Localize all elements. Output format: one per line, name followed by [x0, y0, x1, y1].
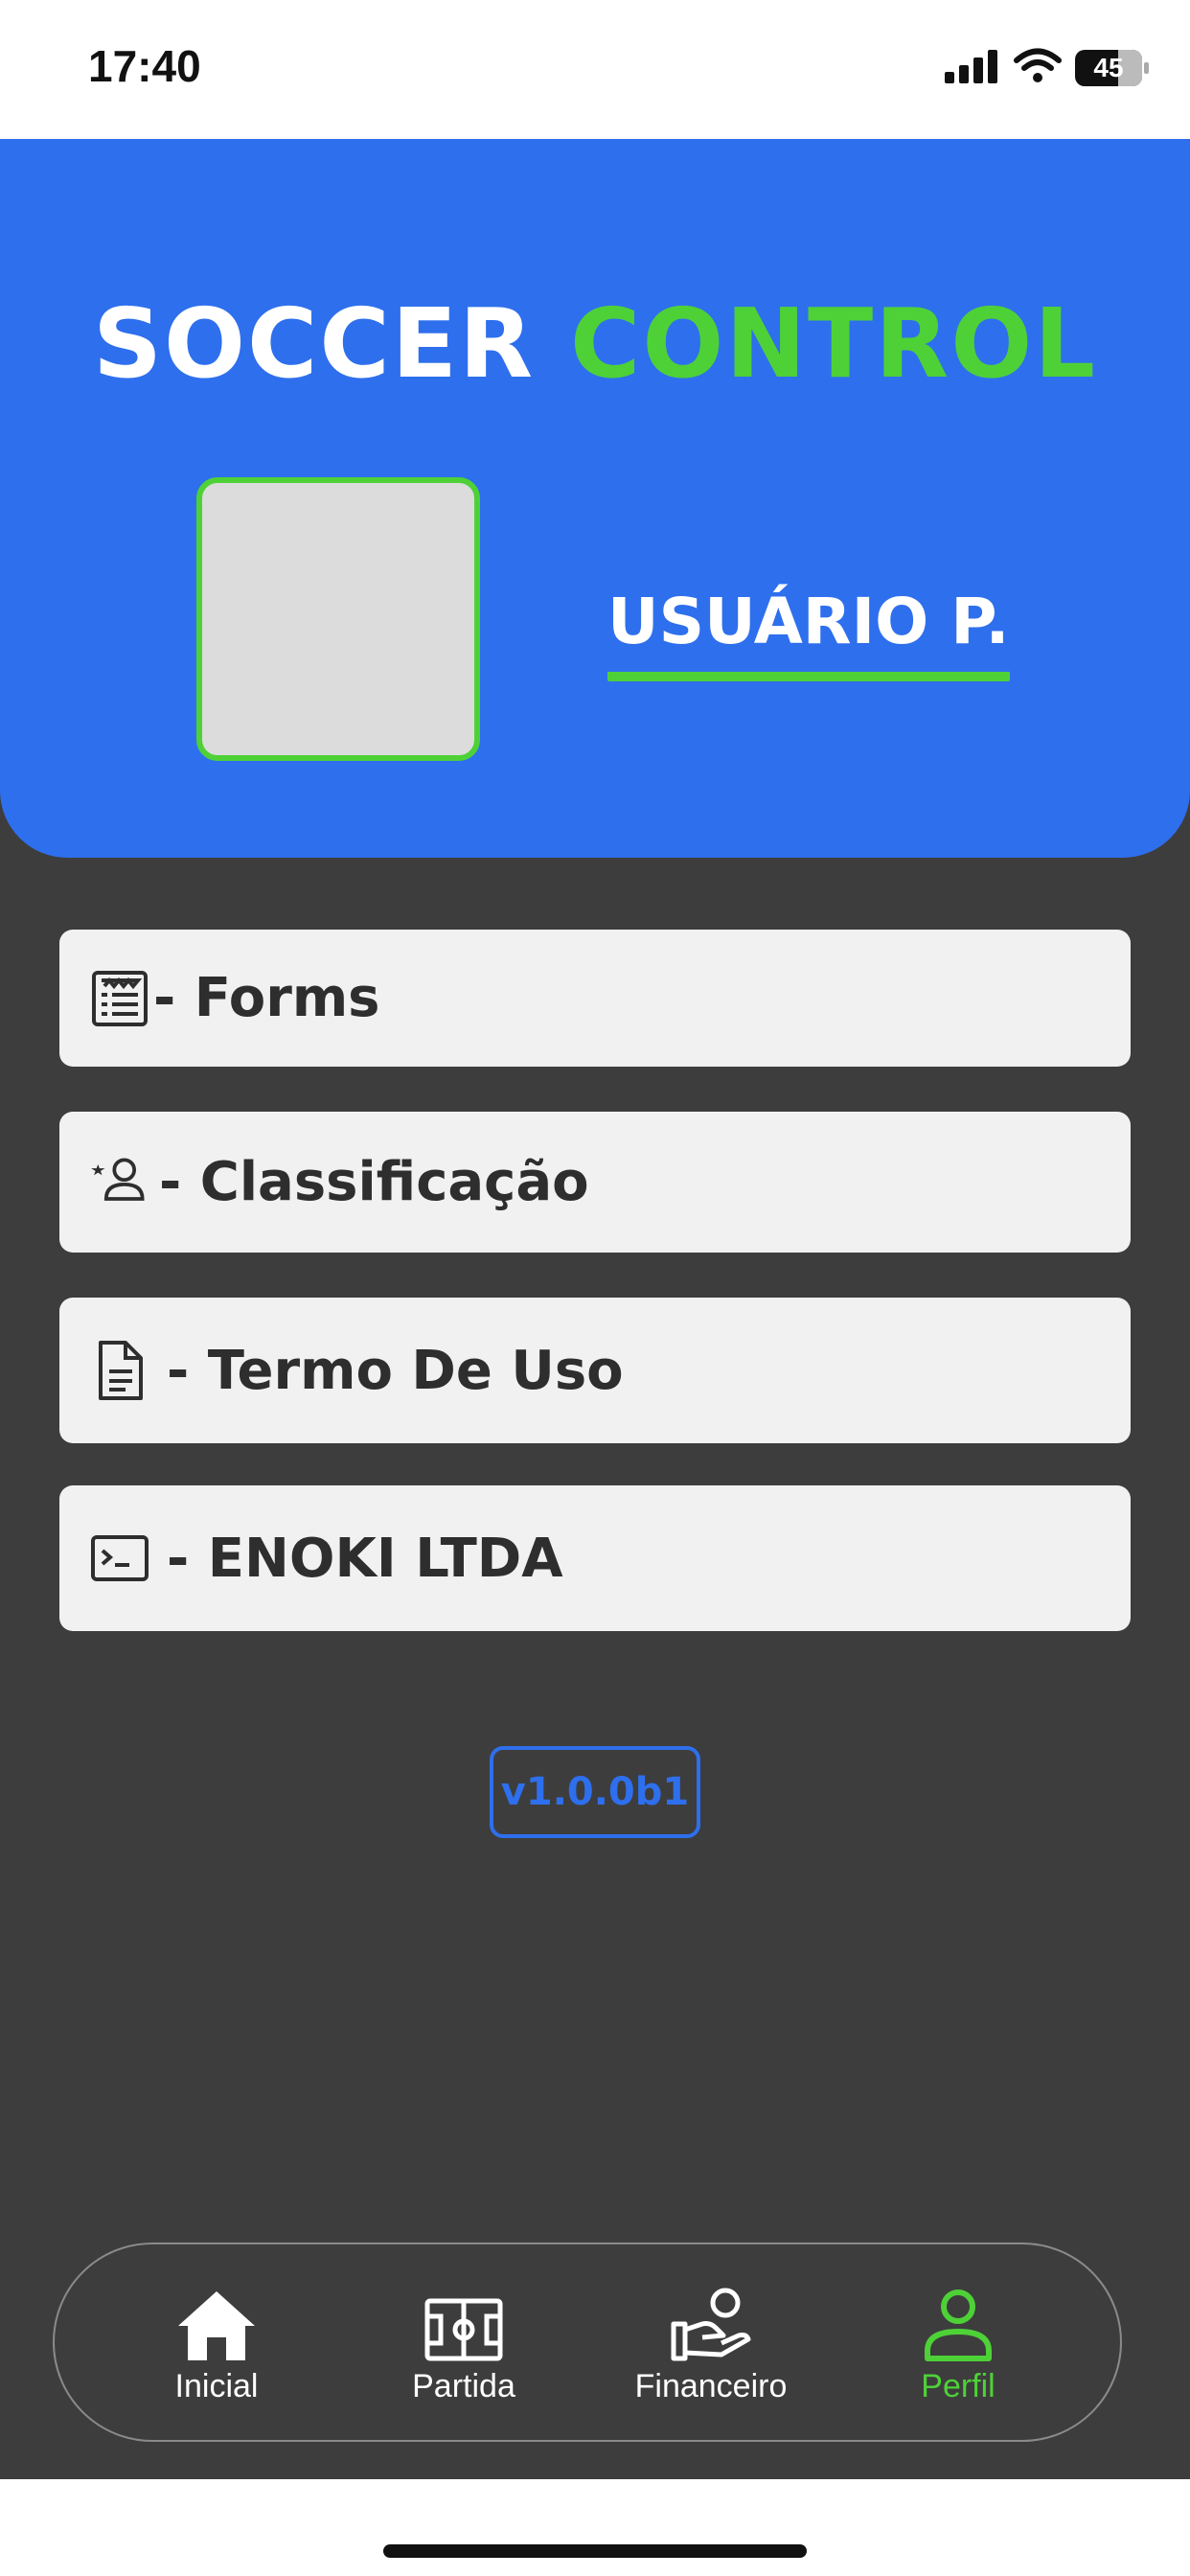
person-icon [922, 2280, 995, 2362]
version-badge: v1.0.0b1 [490, 1746, 700, 1838]
avatar[interactable] [196, 477, 480, 761]
nav-label-financeiro: Financeiro [634, 2367, 788, 2404]
user-star-icon [86, 1149, 153, 1216]
status-icons: 45 [945, 48, 1149, 88]
hand-coin-icon [668, 2280, 754, 2362]
status-time: 17:40 [88, 41, 201, 91]
terminal-icon [86, 1525, 153, 1592]
form-icon [86, 965, 153, 1032]
menu-label-classificacao: - Classificação [159, 1151, 589, 1213]
battery-level: 45 [1093, 53, 1124, 82]
nav-item-inicial[interactable]: Inicial [111, 2280, 322, 2405]
menu-item-classificacao[interactable]: - Classificação [59, 1112, 1131, 1253]
nav-item-financeiro[interactable]: Financeiro [606, 2280, 816, 2405]
menu-item-forms[interactable]: - Forms [59, 930, 1131, 1067]
home-icon [174, 2280, 259, 2362]
nav-item-perfil[interactable]: Perfil [853, 2280, 1064, 2405]
menu-label-enoki-ltda: - ENOKI LTDA [167, 1527, 563, 1590]
home-indicator[interactable] [383, 2544, 807, 2558]
menu-label-forms: - Forms [153, 967, 380, 1029]
nav-label-partida: Partida [412, 2367, 515, 2404]
app-title-part1: SOCCER [93, 288, 536, 400]
bottom-nav: Inicial Partida Financeiro Perfil [53, 2242, 1122, 2442]
menu-item-termo-de-uso[interactable]: - Termo De Uso [59, 1298, 1131, 1443]
nav-label-perfil: Perfil [921, 2367, 995, 2404]
battery-icon: 45 [1075, 50, 1149, 86]
profile-header [0, 139, 1190, 858]
menu-label-termo-de-uso: - Termo De Uso [167, 1339, 624, 1402]
soccer-field-icon [423, 2280, 504, 2362]
menu-item-enoki-ltda[interactable]: - ENOKI LTDA [59, 1485, 1131, 1631]
nav-item-partida[interactable]: Partida [358, 2280, 569, 2405]
user-name: USUÁRIO P. [607, 585, 1010, 681]
nav-label-inicial: Inicial [174, 2367, 259, 2404]
app-title: SOCCER CONTROL [0, 288, 1190, 400]
document-icon [86, 1337, 153, 1404]
app-title-part2: CONTROL [569, 288, 1097, 400]
signal-icon [945, 49, 1000, 87]
status-bar: 17:40 45 [0, 0, 1190, 139]
wifi-icon [1014, 48, 1062, 88]
home-bar-area [0, 2479, 1190, 2576]
